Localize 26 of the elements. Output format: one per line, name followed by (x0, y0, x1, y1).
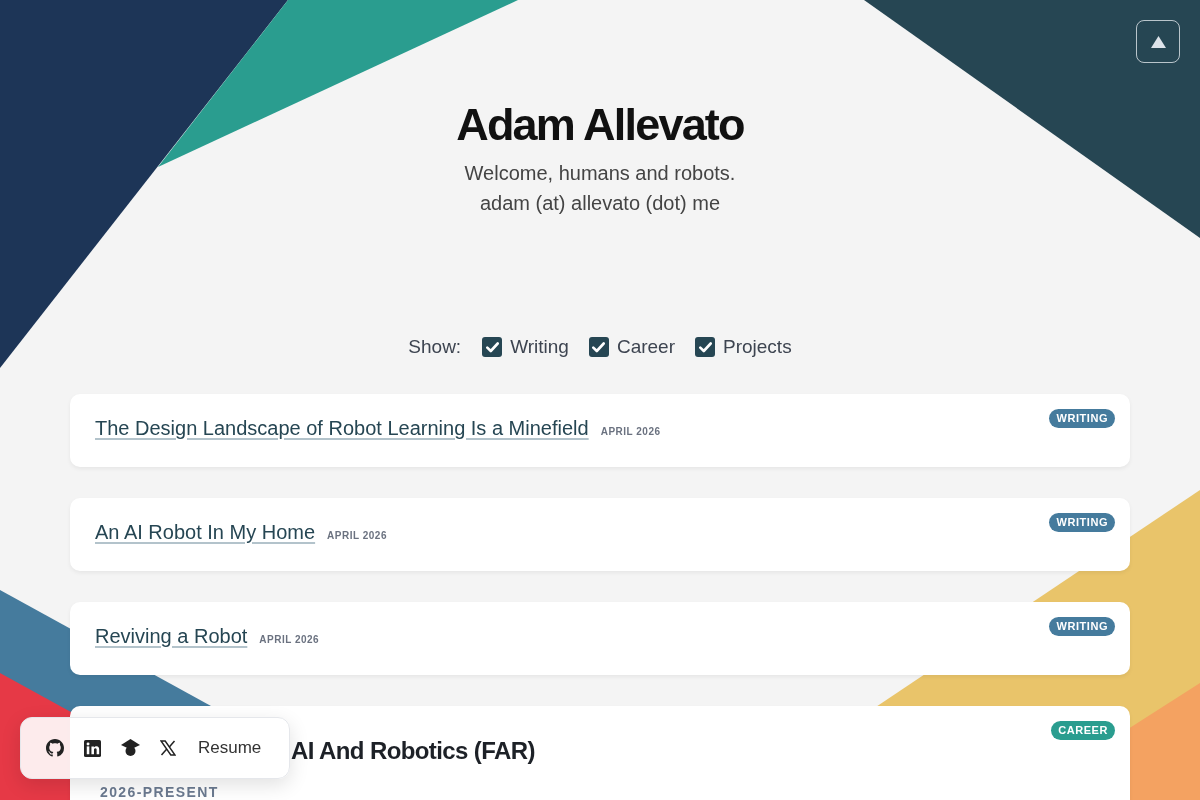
filter-option-label[interactable]: Projects (723, 332, 792, 362)
post-date: APRIL 2026 (327, 529, 387, 543)
category-tag: WRITING (1049, 409, 1115, 428)
checkmark-icon (485, 341, 499, 353)
post-title-link[interactable]: The Design Landscape of Robot Learning Is a Minefield (95, 414, 589, 442)
checkbox[interactable] (588, 337, 609, 357)
category-tag: WRITING (1049, 513, 1115, 532)
filter-option-label[interactable]: Career (616, 332, 675, 362)
checkbox[interactable] (482, 337, 503, 357)
tagline: Welcome, humans and robots. (464, 161, 736, 186)
post-date: APRIL 2026 (600, 425, 661, 439)
career-dates: 2026-PRESENT (100, 784, 219, 800)
category-tag: CAREER (1051, 721, 1115, 740)
email-text: adam (at) allevato (dot) me (479, 191, 721, 216)
checkmark-icon (592, 341, 606, 353)
triangle-up-icon (1150, 35, 1166, 48)
post-title-link[interactable]: An AI Robot In My Home (95, 518, 316, 546)
checkbox[interactable] (695, 337, 715, 357)
post-date: APRIL 2026 (259, 633, 320, 647)
filter-option-label[interactable]: Writing (510, 332, 569, 362)
career-title: AI And Robotics (FAR) (291, 736, 535, 766)
site-title: Adam Allevato (456, 98, 744, 152)
filter-label: Show: (408, 334, 462, 359)
category-tag: WRITING (1049, 617, 1115, 636)
checkmark-icon (698, 341, 712, 353)
scroll-to-top-button[interactable] (1136, 20, 1180, 63)
